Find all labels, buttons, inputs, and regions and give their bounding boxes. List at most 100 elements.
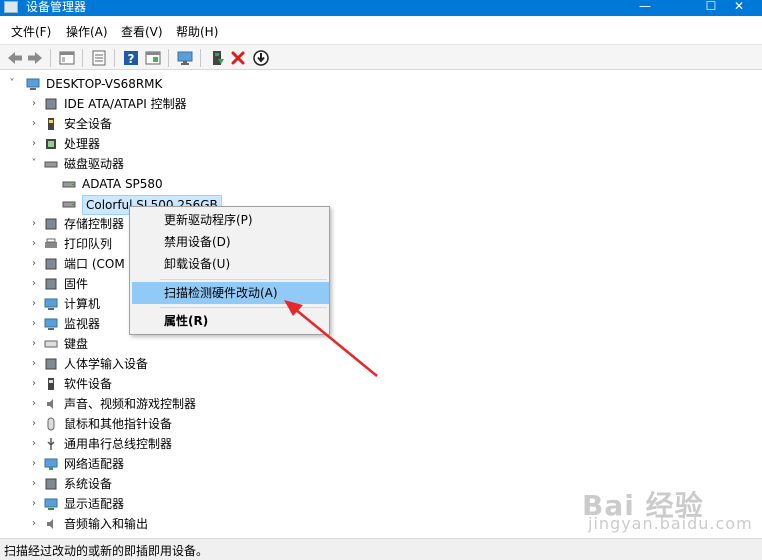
menu-help[interactable]: 帮助(H) — [176, 23, 218, 40]
expand-arrow-icon[interactable]: › — [28, 274, 40, 294]
tree-category-item[interactable]: › 鼠标和其他指针设备 — [0, 414, 700, 434]
menu-action[interactable]: 操作(A) — [66, 23, 108, 40]
tree-item-label: 通用串行总线控制器 — [64, 437, 173, 451]
network-adapter-icon — [44, 457, 58, 471]
tree-device-item[interactable]: Colorful SL500 256GB — [0, 194, 700, 215]
properties-panel-icon[interactable] — [58, 49, 76, 67]
expand-arrow-icon[interactable]: › — [28, 414, 40, 434]
context-disable-device[interactable]: 禁用设备(D) — [132, 231, 329, 253]
security-device-icon — [44, 117, 58, 131]
expand-arrow-icon[interactable]: › — [28, 134, 40, 154]
tree-category-item[interactable]: › 安全设备 — [0, 114, 700, 134]
firmware-icon — [44, 277, 58, 291]
menu-file[interactable]: 文件(F) — [11, 23, 51, 40]
help-icon[interactable]: ? — [122, 49, 140, 67]
tree-item-label: 处理器 — [64, 137, 101, 151]
expand-arrow-icon[interactable]: › — [28, 94, 40, 114]
system-device-icon — [44, 477, 58, 491]
update-driver-icon[interactable] — [252, 49, 270, 67]
expand-arrow-icon[interactable]: › — [28, 434, 40, 454]
tree-item-label: 人体学输入设备 — [64, 357, 149, 371]
expand-arrow-icon[interactable]: › — [28, 114, 40, 134]
expand-arrow-icon[interactable]: › — [28, 314, 40, 334]
tree-item-label: 磁盘驱动器 — [64, 157, 125, 171]
watermark-subtext: jingyan.baidu.com — [588, 514, 753, 533]
monitor-icon[interactable] — [176, 49, 194, 67]
keyboard-icon — [44, 337, 58, 351]
expand-arrow-icon[interactable]: › — [28, 494, 40, 514]
svg-text:?: ? — [128, 52, 135, 66]
tree-category-item[interactable]: › 存储控制器 — [0, 214, 700, 234]
minimize-button[interactable]: — — [622, 0, 668, 16]
tree-item-label: 声音、视频和游戏控制器 — [64, 397, 197, 411]
storage-controller-icon — [44, 217, 58, 231]
tree-category-item[interactable]: › 通用串行总线控制器 — [0, 434, 700, 454]
collapse-arrow-icon[interactable]: ˅ — [6, 74, 18, 94]
context-scan-hardware-changes[interactable]: 扫描检测硬件改动(A) — [132, 282, 329, 304]
expand-arrow-icon[interactable]: › — [28, 334, 40, 354]
disk-drive-icon — [44, 157, 58, 171]
ide-controller-icon — [44, 97, 58, 111]
expand-arrow-icon[interactable]: › — [28, 214, 40, 234]
tree-category-item[interactable]: › 声音、视频和游戏控制器 — [0, 394, 700, 414]
context-update-driver[interactable]: 更新驱动程序(P) — [132, 209, 329, 231]
tree-item-label: 网络适配器 — [64, 457, 125, 471]
back-icon[interactable] — [6, 49, 24, 67]
tree-item-label: 存储控制器 — [64, 217, 125, 231]
collapse-arrow-icon[interactable]: ˅ — [28, 154, 40, 174]
title-bar: 设备管理器 — ☐ ✕ — [0, 0, 762, 16]
close-button[interactable]: ✕ — [716, 0, 762, 16]
add-driver-icon[interactable] — [208, 49, 226, 67]
computer-icon — [26, 77, 40, 91]
show-hidden-icon[interactable] — [144, 49, 162, 67]
tree-category-item[interactable]: › 网络适配器 — [0, 454, 700, 474]
tree-category-item[interactable]: › 端口 (COM — [0, 254, 700, 274]
tree-category-item[interactable]: › 固件 — [0, 274, 700, 294]
expand-arrow-icon[interactable]: › — [28, 354, 40, 374]
sound-icon — [44, 397, 58, 411]
expand-arrow-icon[interactable]: › — [28, 374, 40, 394]
port-icon — [44, 257, 58, 271]
tree-category-item[interactable]: › 处理器 — [0, 134, 700, 154]
tree-item-label: 监视器 — [64, 317, 101, 331]
tree-device-item[interactable]: ADATA SP580 — [0, 174, 700, 194]
uninstall-icon[interactable] — [229, 49, 247, 67]
tree-category-item[interactable]: › 计算机 — [0, 294, 700, 314]
toolbar: ? — [0, 44, 762, 70]
expand-arrow-icon[interactable]: › — [28, 394, 40, 414]
expand-arrow-icon[interactable]: › — [28, 294, 40, 314]
tree-category-item[interactable]: › 人体学输入设备 — [0, 354, 700, 374]
monitor-icon — [44, 317, 58, 331]
tree-category-item[interactable]: ˅ 磁盘驱动器 — [0, 154, 700, 174]
details-icon[interactable] — [90, 49, 108, 67]
tree-item-label: 固件 — [64, 277, 89, 291]
expand-arrow-icon[interactable]: › — [28, 474, 40, 494]
tree-category-item[interactable]: › 打印队列 — [0, 234, 700, 254]
tree-category-item[interactable]: › 键盘 — [0, 334, 700, 354]
baidu-watermark: Bai 经验 jingyan.baidu.com — [582, 474, 752, 534]
expand-arrow-icon[interactable]: › — [28, 254, 40, 274]
menu-view[interactable]: 查看(V) — [121, 23, 163, 40]
context-uninstall-device[interactable]: 卸载设备(U) — [132, 253, 329, 275]
tree-item-label: 系统设备 — [64, 477, 113, 491]
context-menu: 更新驱动程序(P) 禁用设备(D) 卸载设备(U) 扫描检测硬件改动(A) 属性… — [129, 206, 330, 335]
expand-arrow-icon[interactable]: › — [28, 514, 40, 534]
tree-item-label: 显示适配器 — [64, 497, 125, 511]
forward-icon[interactable] — [26, 49, 44, 67]
tree-root[interactable]: ˅ DESKTOP-VS68RMK — [0, 74, 300, 94]
toolbar-separator — [114, 49, 115, 67]
toolbar-separator — [82, 49, 83, 67]
context-separator — [160, 307, 327, 308]
computer-icon — [44, 297, 58, 311]
tree-item-label: 鼠标和其他指针设备 — [64, 417, 173, 431]
tree-item-label: 键盘 — [64, 337, 89, 351]
expand-arrow-icon[interactable]: › — [28, 234, 40, 254]
tree-category-item[interactable]: › IDE ATA/ATAPI 控制器 — [0, 94, 700, 114]
expand-arrow-icon[interactable]: › — [28, 454, 40, 474]
tree-category-item[interactable]: › 监视器 — [0, 314, 700, 334]
context-separator — [160, 279, 327, 280]
disk-icon — [62, 177, 76, 191]
context-properties[interactable]: 属性(R) — [132, 310, 329, 332]
tree-category-item[interactable]: › 软件设备 — [0, 374, 700, 394]
device-manager-app-icon — [4, 1, 18, 13]
